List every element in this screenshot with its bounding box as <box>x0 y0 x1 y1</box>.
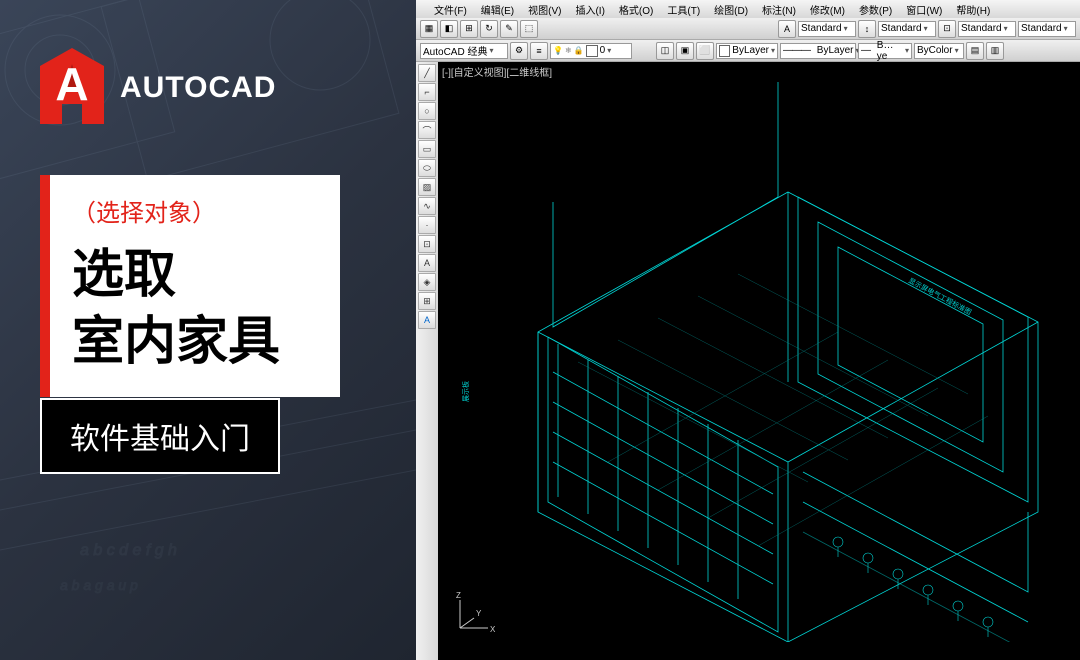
draw-toolbar: ╱ ⌐ ○ ⌒ ▭ ⬭ ▨ ∿ · ⊡ A ◈ ⊞ A <box>416 62 438 660</box>
plotstyle-select[interactable]: ByColor <box>914 43 964 59</box>
title-line1: 选取 <box>72 242 318 309</box>
toolbar-btn[interactable]: ⊞ <box>460 20 478 38</box>
layer-state-select[interactable]: 💡❄🔒 0 <box>550 43 632 59</box>
toolbar-btn[interactable]: ⬚ <box>520 20 538 38</box>
menu-window[interactable]: 窗口(W) <box>900 1 948 18</box>
menu-tools[interactable]: 工具(T) <box>661 1 706 18</box>
block-tool[interactable]: ⊡ <box>418 235 436 253</box>
toolbar-styles: ▦ ◧ ⊞ ↻ ✎ ⬚ A Standard ↕ Standard ⊡ Stan… <box>416 18 1080 40</box>
toolbar-btn[interactable]: ▥ <box>986 42 1004 60</box>
linetype-select[interactable]: ——— ByLayer <box>780 43 856 59</box>
arc-tool[interactable]: ⌒ <box>418 121 436 139</box>
toolbar-btn[interactable]: ◧ <box>440 20 458 38</box>
text-style-select[interactable]: Standard <box>798 21 856 37</box>
point-tool[interactable]: · <box>418 216 436 234</box>
app-name: AUTOCAD <box>120 71 276 105</box>
menu-modify[interactable]: 修改(M) <box>804 1 851 18</box>
subtitle: （选择对象） <box>72 193 318 228</box>
toolbar-btn[interactable]: ▤ <box>966 42 984 60</box>
logo-area: A AUTOCAD <box>40 48 276 128</box>
text-style-icon[interactable]: A <box>778 20 796 38</box>
hatch-tool[interactable]: ▨ <box>418 178 436 196</box>
menubar: 文件(F) 编辑(E) 视图(V) 插入(I) 格式(O) 工具(T) 绘图(D… <box>416 0 1080 18</box>
text-tool[interactable]: A <box>418 254 436 272</box>
title-card: （选择对象） 选取 室内家具 <box>40 175 340 397</box>
promo-panel: a b c d e f g h a b a g a u p A AUTOCAD … <box>0 0 416 660</box>
ellipse-tool[interactable]: ⬭ <box>418 159 436 177</box>
ucs-icon: X Z Y <box>448 590 498 640</box>
toolbar-btn[interactable]: ✎ <box>500 20 518 38</box>
title-line2: 室内家具 <box>72 309 318 376</box>
drawing-viewport[interactable]: [-][自定义视图][二维线框] <box>438 62 1080 660</box>
dim-style-select[interactable]: Standard <box>878 21 936 37</box>
autocad-logo-icon: A <box>40 48 104 128</box>
gear-icon[interactable]: ⚙ <box>510 42 528 60</box>
menu-insert[interactable]: 插入(I) <box>569 1 610 18</box>
menu-file[interactable]: 文件(F) <box>428 1 473 18</box>
circle-tool[interactable]: ○ <box>418 102 436 120</box>
color-select[interactable]: ByLayer <box>716 43 778 59</box>
svg-text:Y: Y <box>476 609 482 618</box>
dim-style-icon[interactable]: ↕ <box>858 20 876 38</box>
menu-dimension[interactable]: 标注(N) <box>756 1 802 18</box>
menu-edit[interactable]: 编辑(E) <box>475 1 520 18</box>
spline-tool[interactable]: ∿ <box>418 197 436 215</box>
svg-text:a b c d e f g h: a b c d e f g h <box>80 542 177 559</box>
toolbar-btn[interactable]: ↻ <box>480 20 498 38</box>
svg-text:展示板: 展示板 <box>461 381 470 402</box>
menu-format[interactable]: 格式(O) <box>613 1 659 18</box>
layer-isolate-icon[interactable]: ◫ <box>656 42 674 60</box>
menu-help[interactable]: 帮助(H) <box>950 1 996 18</box>
svg-text:X: X <box>490 625 496 634</box>
table-style-select[interactable]: Standard <box>958 21 1016 37</box>
line-tool[interactable]: ╱ <box>418 64 436 82</box>
region-tool[interactable]: ◈ <box>418 273 436 291</box>
ml-style-select[interactable]: Standard <box>1018 21 1076 37</box>
svg-text:显示屏电气工程标准图: 显示屏电气工程标准图 <box>907 276 973 317</box>
workspace-select[interactable]: AutoCAD 经典 <box>420 43 508 59</box>
toolbar-btn[interactable]: ▦ <box>420 20 438 38</box>
svg-text:a b a g a u p: a b a g a u p <box>60 577 138 593</box>
layer-manager-icon[interactable]: ≡ <box>530 42 548 60</box>
autocad-window: 文件(F) 编辑(E) 视图(V) 插入(I) 格式(O) 工具(T) 绘图(D… <box>416 0 1080 660</box>
footer-card: 软件基础入门 <box>40 398 280 474</box>
wireframe-drawing: 显示屏电气工程标准图 展示板 <box>458 82 1078 642</box>
lineweight-select[interactable]: — B…ye <box>858 43 912 59</box>
table-tool[interactable]: ⊞ <box>418 292 436 310</box>
layer-btn[interactable]: ▣ <box>676 42 694 60</box>
rectangle-tool[interactable]: ▭ <box>418 140 436 158</box>
menu-draw[interactable]: 绘图(D) <box>708 1 754 18</box>
mtext-tool[interactable]: A <box>418 311 436 329</box>
toolbar-layers: AutoCAD 经典 ⚙ ≡ 💡❄🔒 0 ◫ ▣ ⬜ ByLayer ——— B… <box>416 40 1080 62</box>
footer-text: 软件基础入门 <box>70 423 250 456</box>
viewport-label[interactable]: [-][自定义视图][二维线框] <box>442 64 552 79</box>
layer-btn[interactable]: ⬜ <box>696 42 714 60</box>
svg-text:A: A <box>55 58 88 110</box>
svg-text:Z: Z <box>456 591 461 600</box>
polyline-tool[interactable]: ⌐ <box>418 83 436 101</box>
menu-parametric[interactable]: 参数(P) <box>853 1 898 18</box>
table-style-icon[interactable]: ⊡ <box>938 20 956 38</box>
menu-view[interactable]: 视图(V) <box>522 1 567 18</box>
